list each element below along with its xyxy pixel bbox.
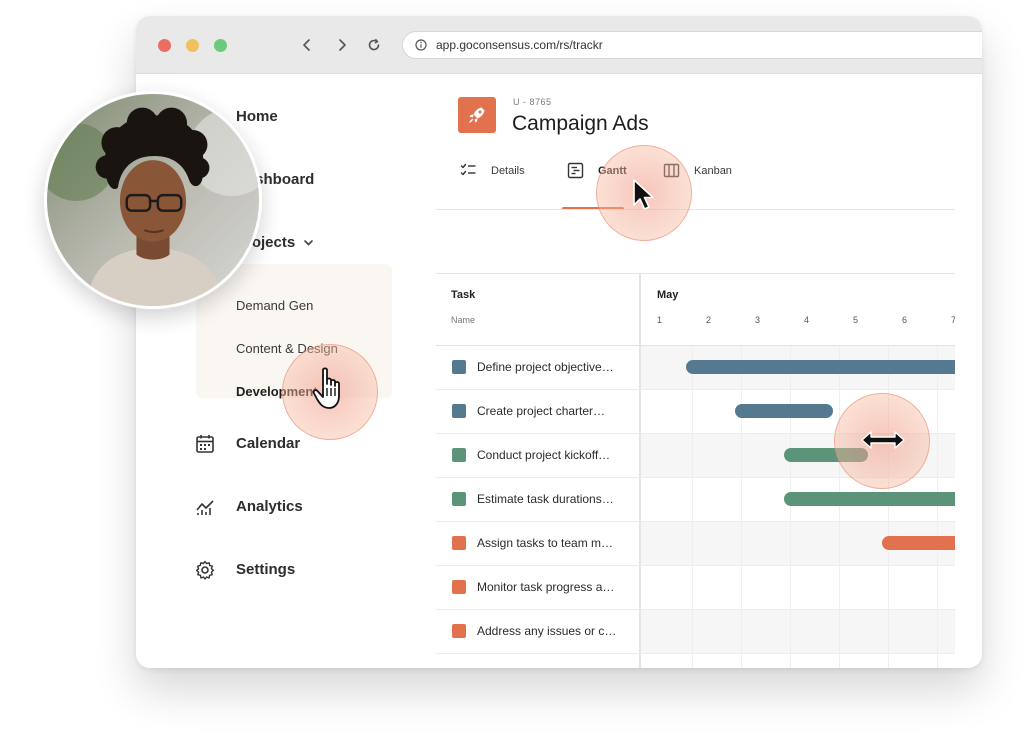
url-text: app.goconsensus.com/rs/trackr — [436, 38, 603, 52]
gantt-icon — [567, 162, 584, 179]
close-window-dot[interactable] — [158, 39, 171, 52]
browser-titlebar: app.goconsensus.com/rs/trackr — [136, 16, 982, 74]
gantt-bar[interactable] — [735, 404, 834, 418]
sidebar-item-settings[interactable]: Settings — [194, 559, 296, 581]
task-color-marker — [452, 492, 466, 506]
gear-icon — [194, 559, 216, 581]
task-column-subheader: Name — [451, 315, 476, 325]
row-background — [641, 610, 955, 653]
task-name: Monitor task progress a… — [477, 580, 615, 594]
back-icon[interactable] — [294, 33, 320, 57]
task-color-marker — [452, 404, 466, 418]
task-color-marker — [452, 624, 466, 638]
day-label: 5 — [853, 315, 859, 325]
task-name: Conduct project kickoff… — [477, 448, 611, 462]
grid-line — [839, 346, 840, 668]
grid-line — [692, 346, 693, 668]
page-title: Campaign Ads — [512, 112, 649, 135]
project-item-demand-gen[interactable]: Demand Gen — [236, 298, 313, 313]
task-color-marker — [452, 580, 466, 594]
grid-line — [741, 346, 742, 668]
sidebar-item-label: Home — [236, 108, 278, 125]
table-row[interactable]: Monitor task progress a… — [436, 566, 955, 610]
task-name: Estimate task durations… — [477, 492, 614, 506]
day-label: 4 — [804, 315, 810, 325]
table-row[interactable]: Assign tasks to team m… — [436, 522, 955, 566]
gantt-bar[interactable] — [686, 360, 955, 374]
calendar-icon — [194, 433, 216, 455]
user-photo — [44, 91, 262, 309]
main-content: U - 8765 Campaign Ads Details Gantt Kanb… — [436, 74, 982, 668]
task-color-marker — [452, 448, 466, 462]
sidebar-item-label: Settings — [236, 561, 296, 578]
gantt-top-border — [436, 273, 955, 274]
task-name: Assign tasks to team m… — [477, 536, 614, 550]
gantt-bar[interactable] — [784, 492, 955, 506]
maximize-window-dot[interactable] — [214, 39, 227, 52]
info-icon — [415, 39, 427, 51]
gantt-bar[interactable] — [882, 536, 955, 550]
tab-label: Details — [491, 164, 525, 177]
day-label: 6 — [902, 315, 908, 325]
grid-line — [790, 346, 791, 668]
grid-line — [937, 346, 938, 668]
table-row[interactable]: Collect and analyze pro… — [436, 654, 955, 668]
task-name: Address any issues or c… — [477, 624, 617, 638]
arrow-cursor-icon — [633, 179, 654, 210]
forward-icon[interactable] — [329, 33, 355, 57]
task-column-header: Task — [451, 289, 476, 301]
table-row[interactable]: Address any issues or c… — [436, 610, 955, 654]
tabs-divider — [436, 209, 955, 210]
sidebar-item-calendar[interactable]: Calendar — [194, 433, 301, 455]
checklist-icon — [460, 163, 476, 176]
day-label: 2 — [706, 315, 712, 325]
task-name: Create project charter… — [477, 404, 606, 418]
chevron-down-icon[interactable] — [303, 237, 314, 248]
month-label: May — [657, 289, 679, 301]
day-label: 3 — [755, 315, 761, 325]
task-color-marker — [452, 360, 466, 374]
task-name: Define project objective… — [477, 360, 614, 374]
rocket-icon — [458, 97, 496, 133]
task-color-marker — [452, 536, 466, 550]
day-label: 1 — [657, 315, 663, 325]
hand-cursor-icon — [312, 367, 340, 409]
tab-details[interactable]: Details — [460, 162, 525, 179]
resize-horizontal-icon — [861, 431, 905, 449]
sidebar-item-label: Analytics — [236, 498, 303, 515]
sidebar-item-analytics[interactable]: Analytics — [196, 498, 303, 515]
sidebar-item-label: Calendar — [236, 435, 301, 452]
tab-label: Kanban — [694, 164, 732, 177]
minimize-window-dot[interactable] — [186, 39, 199, 52]
day-label: 7 — [951, 315, 955, 325]
address-bar[interactable]: app.goconsensus.com/rs/trackr — [402, 31, 982, 59]
reload-icon[interactable] — [361, 33, 387, 57]
project-id: U - 8765 — [513, 97, 552, 107]
browser-window: app.goconsensus.com/rs/trackr Home Dashb… — [136, 16, 982, 668]
analytics-icon — [194, 496, 216, 518]
